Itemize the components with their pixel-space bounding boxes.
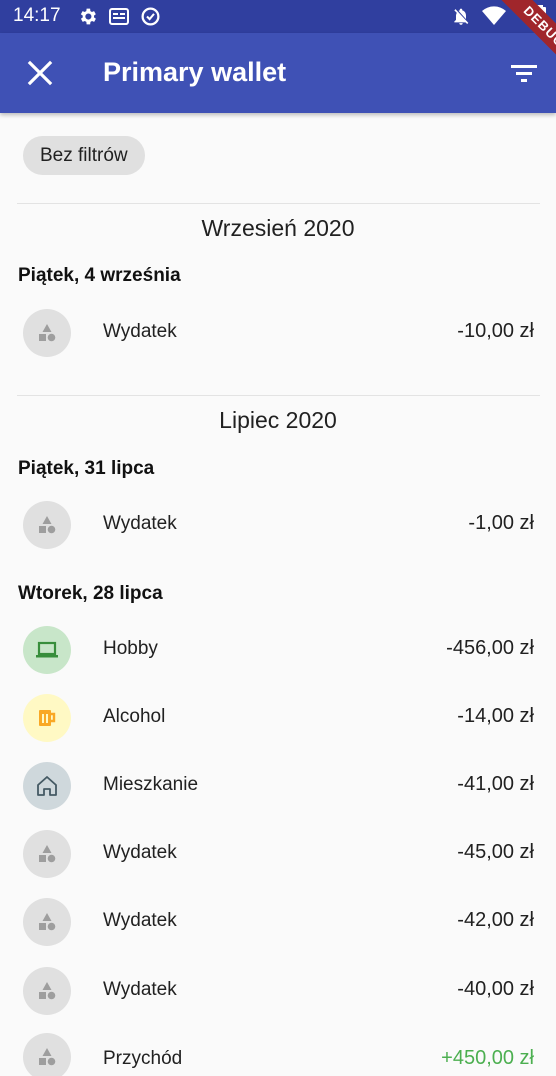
category-shapes-icon — [23, 309, 71, 357]
transaction-row[interactable]: Wydatek -10,00 zł — [0, 299, 556, 367]
divider — [17, 395, 540, 396]
category-shapes-icon — [23, 501, 71, 549]
transaction-row[interactable]: Alcohol -14,00 zł — [0, 684, 556, 752]
transaction-amount: -10,00 zł — [457, 320, 534, 342]
transaction-amount: -456,00 zł — [446, 637, 534, 659]
transaction-category: Wydatek — [103, 513, 177, 534]
debug-banner-label: DEBUG — [493, 0, 556, 78]
day-header: Wtorek, 28 lipca — [18, 583, 163, 604]
transaction-amount: -14,00 zł — [457, 705, 534, 727]
transaction-category: Wydatek — [103, 321, 177, 342]
page-title: Primary wallet — [103, 57, 287, 87]
transaction-row[interactable]: Mieszkanie -41,00 zł — [0, 752, 556, 820]
category-shapes-icon — [23, 898, 71, 946]
debug-banner: DEBUG — [470, 0, 556, 86]
transaction-amount: -45,00 zł — [457, 841, 534, 863]
month-header: Wrzesień 2020 — [201, 215, 355, 241]
transaction-amount: -40,00 zł — [457, 978, 534, 1000]
transaction-amount: -42,00 zł — [457, 909, 534, 931]
transaction-amount: -41,00 zł — [457, 773, 534, 795]
month-header: Lipiec 2020 — [219, 407, 337, 433]
data-saver-icon — [141, 7, 160, 26]
day-header: Piątek, 31 lipca — [18, 458, 155, 479]
transaction-row[interactable]: Hobby -456,00 zł — [0, 616, 556, 684]
category-shapes-icon — [23, 1033, 71, 1076]
day-header: Piątek, 4 września — [18, 265, 181, 286]
notifications-off-icon — [454, 8, 469, 25]
filter-chip[interactable]: Bez filtrów — [23, 136, 145, 175]
divider — [17, 203, 540, 204]
transaction-category: Wydatek — [103, 979, 177, 1000]
transaction-row[interactable]: Wydatek -1,00 zł — [0, 491, 556, 559]
transaction-row[interactable]: Wydatek -45,00 zł — [0, 820, 556, 888]
close-icon[interactable] — [22, 55, 58, 91]
transaction-category: Hobby — [103, 638, 158, 659]
settings-gear-icon — [80, 8, 96, 25]
transaction-category: Alcohol — [103, 706, 166, 727]
transaction-amount: -1,00 zł — [468, 512, 534, 534]
sim-card-icon — [109, 8, 129, 25]
home-icon — [23, 762, 71, 810]
status-time: 14:17 — [13, 5, 61, 26]
transaction-category: Wydatek — [103, 842, 177, 863]
transaction-category: Przychód — [103, 1048, 183, 1069]
transaction-row[interactable]: Wydatek -42,00 zł — [0, 888, 556, 956]
beer-mug-icon — [23, 694, 71, 742]
transaction-row[interactable]: Przychód +450,00 zł — [0, 1008, 556, 1076]
laptop-icon — [23, 626, 71, 674]
category-shapes-icon — [23, 830, 71, 878]
transaction-category: Mieszkanie — [103, 774, 199, 795]
transaction-amount: +450,00 zł — [441, 1047, 534, 1069]
transaction-category: Wydatek — [103, 910, 177, 931]
